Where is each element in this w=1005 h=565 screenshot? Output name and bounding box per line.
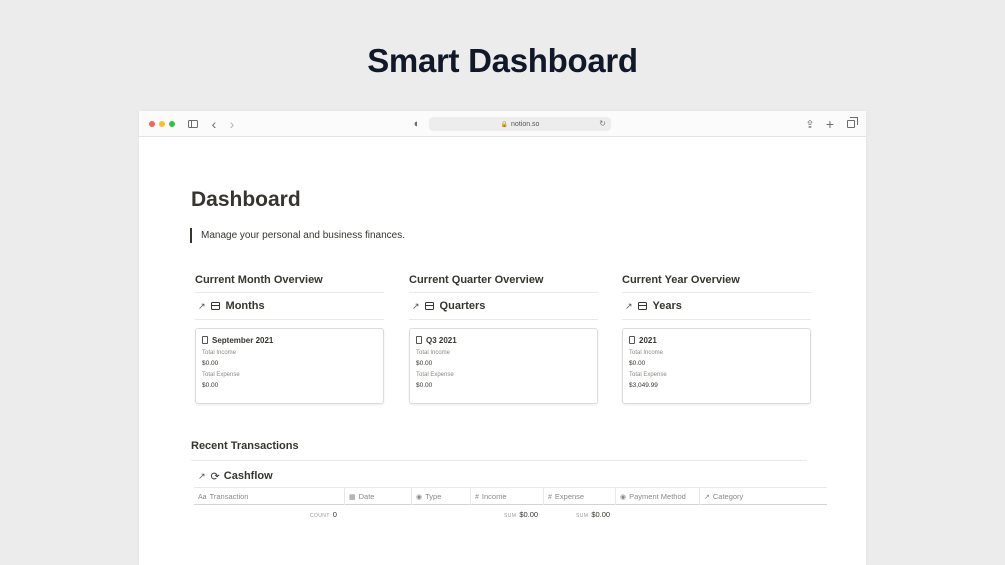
total-expense-value: $3,049.99 xyxy=(629,382,658,389)
years-view-link[interactable]: ↗ Years xyxy=(622,293,811,320)
column-header-date[interactable]: ▦ Date xyxy=(345,488,412,505)
page-icon xyxy=(416,336,422,344)
total-expense-label: Total Expense xyxy=(202,372,240,378)
number-icon: # xyxy=(475,494,479,501)
select-icon: ◉ xyxy=(416,494,423,501)
column-header-category[interactable]: ↗ Category xyxy=(700,488,827,505)
select-icon: ◉ xyxy=(620,494,627,501)
total-expense-label: Total Expense xyxy=(416,372,454,378)
cashflow-view-link[interactable]: ↗ ⟳ Cashflow xyxy=(198,468,273,484)
month-overview-heading: Current Month Overview xyxy=(195,273,384,293)
expense-sum-summary[interactable]: SUM $0.00 xyxy=(576,510,610,519)
year-card-title: 2021 xyxy=(639,335,657,345)
relation-arrow-icon: ↗ xyxy=(704,494,710,501)
page-icon xyxy=(202,336,208,344)
quarters-view-link[interactable]: ↗ Quarters xyxy=(409,293,598,320)
new-tab-icon[interactable]: + xyxy=(825,116,835,132)
column-header-income[interactable]: # Income xyxy=(471,488,544,505)
year-overview-heading: Current Year Overview xyxy=(622,273,811,293)
reload-icon[interactable]: ↻ xyxy=(599,119,606,128)
quarter-overview-heading: Current Quarter Overview xyxy=(409,273,598,293)
link-arrow-icon: ↗ xyxy=(198,470,206,481)
year-card[interactable]: 2021 Total Income $0.00 Total Expense $3… xyxy=(622,328,811,404)
browser-window: ‹ › ◐ 🔒 notion.so ↻ ⇪ + Dashboard Manage… xyxy=(139,111,866,565)
minimize-window-button[interactable] xyxy=(159,121,165,127)
calendar-icon xyxy=(637,302,647,310)
address-bar[interactable]: 🔒 notion.so ↻ xyxy=(429,117,611,131)
total-income-value: $0.00 xyxy=(202,360,219,367)
tab-overview-icon[interactable] xyxy=(846,117,858,131)
month-overview-column: Current Month Overview ↗ Months Septembe… xyxy=(195,273,384,404)
forward-arrow-icon[interactable]: › xyxy=(227,116,237,132)
link-arrow-icon: ↗ xyxy=(412,300,420,311)
quarter-overview-column: Current Quarter Overview ↗ Quarters Q3 2… xyxy=(409,273,598,404)
browser-toolbar: ‹ › ◐ 🔒 notion.so ↻ ⇪ + xyxy=(139,111,866,137)
years-view-label: Years xyxy=(652,300,682,312)
sync-icon: ⟳ xyxy=(210,470,220,483)
page-title: Dashboard xyxy=(191,188,301,211)
calendar-icon: ▦ xyxy=(349,494,356,501)
column-header-transaction[interactable]: Aa Transaction xyxy=(194,488,345,505)
text-icon: Aa xyxy=(198,494,207,501)
hero-title: Smart Dashboard xyxy=(367,42,638,79)
months-view-link[interactable]: ↗ Months xyxy=(195,293,384,320)
sidebar-toggle-icon[interactable] xyxy=(187,117,199,131)
cashflow-view-label: Cashflow xyxy=(223,470,273,482)
address-bar-url: notion.so xyxy=(511,120,540,128)
count-summary[interactable]: COUNT 0 xyxy=(310,510,337,519)
recent-transactions-heading: Recent Transactions xyxy=(191,440,807,461)
total-income-label: Total Income xyxy=(202,350,237,356)
number-icon: # xyxy=(548,494,552,501)
column-header-expense[interactable]: # Expense xyxy=(544,488,616,505)
total-expense-value: $0.00 xyxy=(416,382,433,389)
total-income-value: $0.00 xyxy=(629,360,646,367)
lock-icon: 🔒 xyxy=(500,121,509,128)
calendar-icon xyxy=(424,302,434,310)
income-sum-summary[interactable]: SUM $0.00 xyxy=(504,510,538,519)
total-income-value: $0.00 xyxy=(416,360,433,367)
transactions-table-header: Aa Transaction ▦ Date ◉ Type # Income # Expen… xyxy=(194,487,827,505)
month-card-title: September 2021 xyxy=(212,335,274,345)
page-icon xyxy=(629,336,635,344)
year-overview-column: Current Year Overview ↗ Years 2021 Total… xyxy=(622,273,811,404)
total-expense-label: Total Expense xyxy=(629,372,667,378)
column-header-payment-method[interactable]: ◉ Payment Method xyxy=(616,488,700,505)
close-window-button[interactable] xyxy=(149,121,155,127)
page-quote: Manage your personal and business financ… xyxy=(190,228,405,243)
back-arrow-icon[interactable]: ‹ xyxy=(209,116,219,132)
total-expense-value: $0.00 xyxy=(202,382,219,389)
quarter-card-title: Q3 2021 xyxy=(426,335,457,345)
month-card[interactable]: September 2021 Total Income $0.00 Total … xyxy=(195,328,384,404)
quarter-card[interactable]: Q3 2021 Total Income $0.00 Total Expense… xyxy=(409,328,598,404)
total-income-label: Total Income xyxy=(416,350,451,356)
link-arrow-icon: ↗ xyxy=(198,300,206,311)
link-arrow-icon: ↗ xyxy=(625,300,633,311)
maximize-window-button[interactable] xyxy=(169,121,175,127)
quarters-view-label: Quarters xyxy=(439,300,486,312)
calendar-icon xyxy=(210,302,220,310)
column-header-type[interactable]: ◉ Type xyxy=(412,488,471,505)
privacy-shield-icon[interactable]: ◐ xyxy=(411,117,423,131)
total-income-label: Total Income xyxy=(629,350,664,356)
months-view-label: Months xyxy=(225,300,265,312)
share-icon[interactable]: ⇪ xyxy=(805,117,815,131)
